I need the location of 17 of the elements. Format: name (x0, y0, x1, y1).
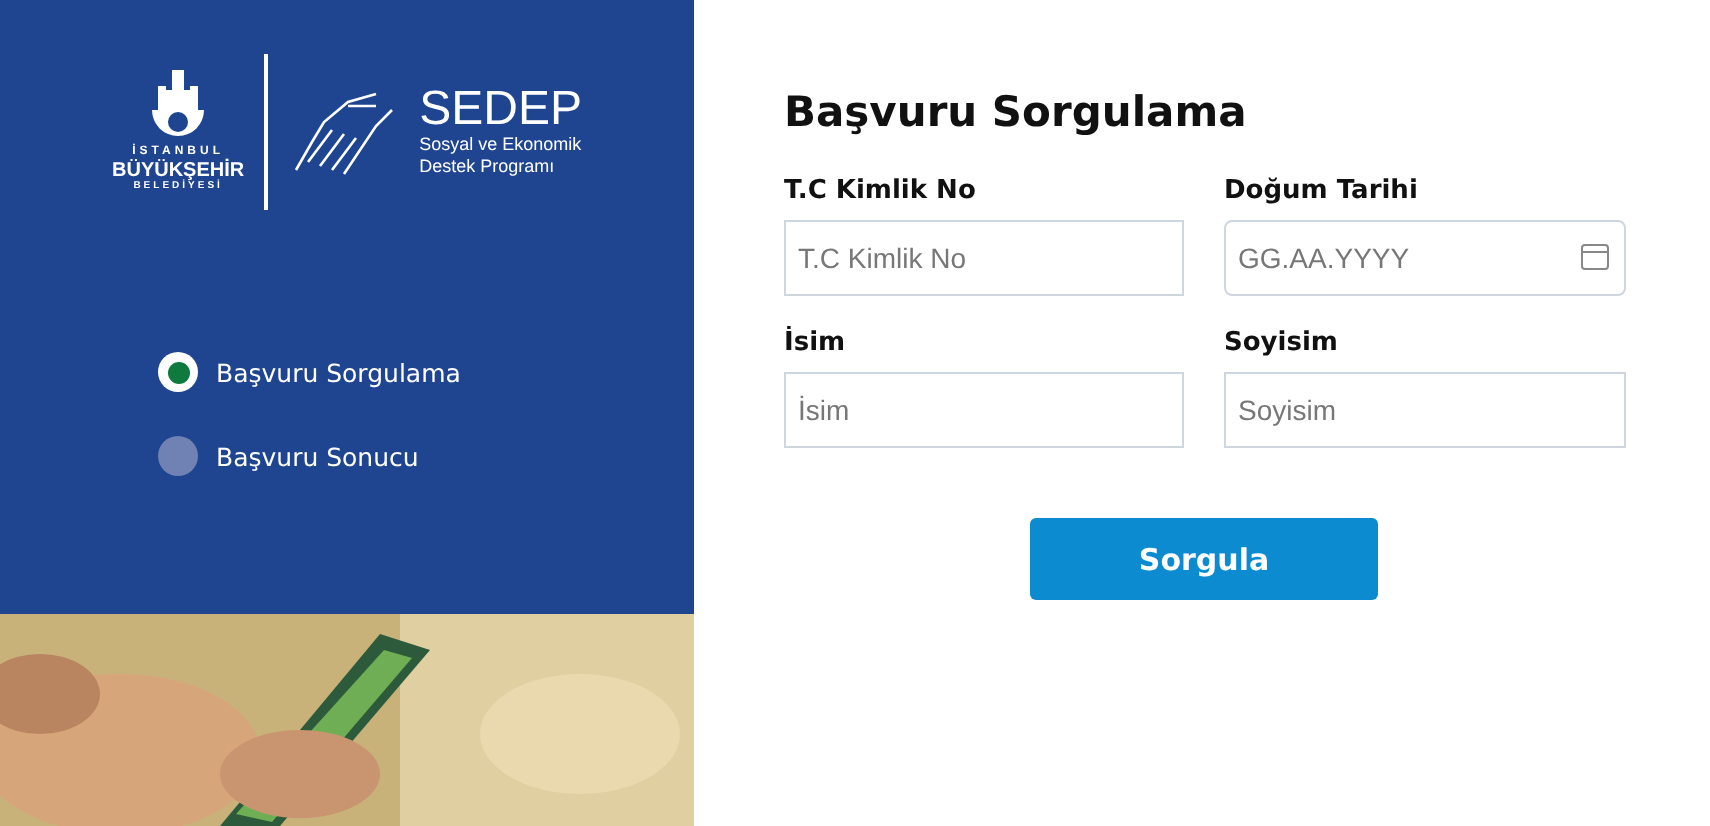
input-field[interactable]: GG.AA.YYYY (1224, 220, 1626, 296)
field-label: İsim (784, 328, 848, 358)
logo-text: BÜYÜKŞEHİR (112, 159, 245, 182)
program-name: SEDEP (419, 85, 582, 134)
query-button[interactable]: Sorgula (1030, 518, 1378, 600)
step-label[interactable]: Başvuru Sonucu (216, 441, 419, 471)
field-label: Doğum Tarihi (1224, 176, 1420, 206)
calendar-icon[interactable] (1580, 242, 1610, 272)
program-subtitle: Sosyal ve Ekonomik (419, 133, 582, 156)
field-label: T.C Kimlik No (784, 176, 978, 206)
step-label[interactable]: Başvuru Sorgulama (216, 357, 461, 387)
input-field[interactable]: Soyisim (1224, 372, 1626, 448)
field-label: Soyisim (1224, 328, 1340, 358)
form-title: Başvuru Sorgulama (784, 88, 1249, 136)
input-field[interactable]: T.C Kimlik No (784, 220, 1184, 296)
program-subtitle: Destek Programı (419, 156, 557, 179)
input-field[interactable]: İsim (784, 372, 1184, 448)
